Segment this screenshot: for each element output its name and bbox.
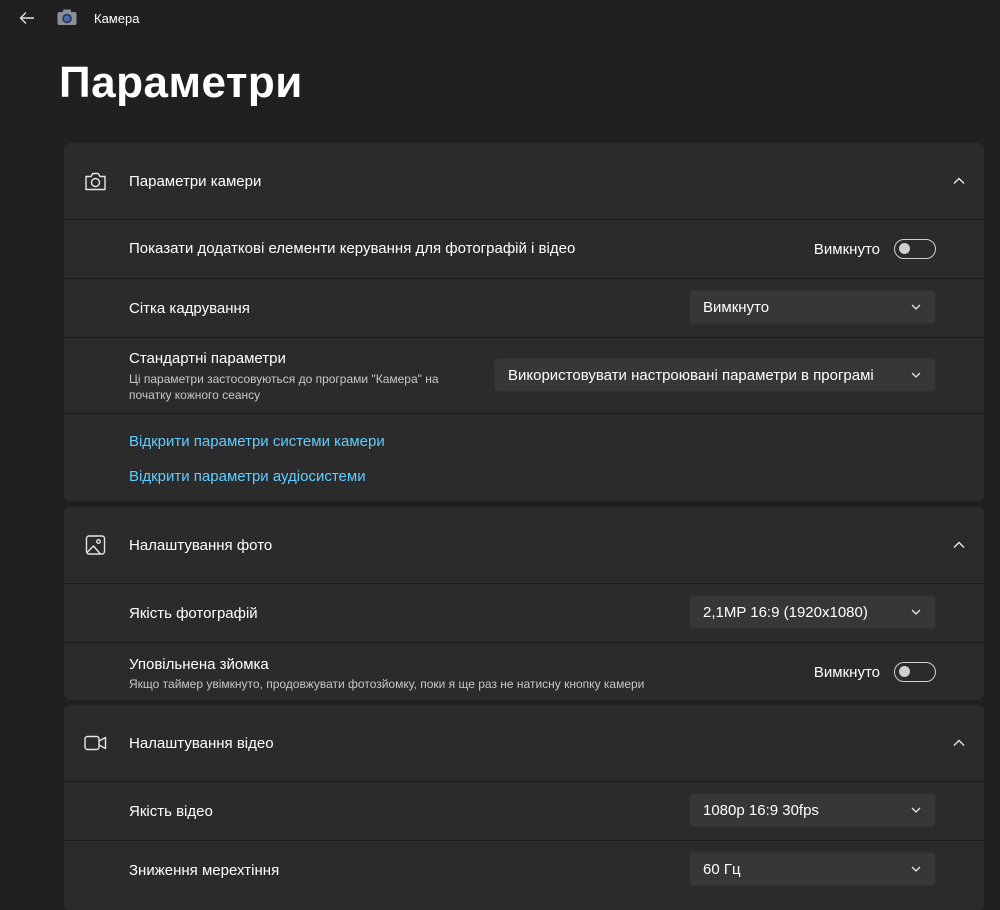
photo-settings-section: Налаштування фото Якість фотографій 2,1M… <box>64 507 984 700</box>
advanced-controls-toggle-group: Вимкнуто <box>814 239 936 259</box>
photo-quality-label: Якість фотографій <box>129 605 258 622</box>
links-row: Відкрити параметри системи камери Відкри… <box>64 414 984 501</box>
video-settings-title: Налаштування відео <box>129 735 274 752</box>
default-settings-description: Ці параметри застосовуються до програми … <box>129 372 439 402</box>
chevron-down-icon <box>911 807 921 813</box>
app-title: Камера <box>94 11 140 26</box>
flicker-reduction-row: Зниження мерехтіння 60 Гц <box>64 841 984 899</box>
chevron-down-icon <box>911 609 921 615</box>
default-settings-label: Стандартні параметри <box>129 350 286 367</box>
back-button[interactable] <box>14 6 40 30</box>
framing-grid-value: Вимкнуто <box>703 299 770 316</box>
toggle-knob <box>899 243 910 254</box>
video-quality-label: Якість відео <box>129 803 213 820</box>
advanced-controls-state: Вимкнуто <box>813 240 880 258</box>
time-lapse-toggle-group: Вимкнуто <box>814 662 936 682</box>
photo-quality-row: Якість фотографій 2,1MP 16:9 (1920x1080) <box>64 584 984 643</box>
photo-quality-dropdown[interactable]: 2,1MP 16:9 (1920x1080) <box>689 595 936 629</box>
toggle-knob <box>899 666 910 677</box>
photo-settings-header[interactable]: Налаштування фото <box>64 507 984 584</box>
time-lapse-label: Уповільнена зйомка <box>129 656 269 673</box>
framing-grid-dropdown[interactable]: Вимкнуто <box>689 290 936 324</box>
chevron-down-icon <box>911 866 921 872</box>
camera-settings-title: Параметри камери <box>129 173 262 190</box>
chevron-up-icon[interactable] <box>952 736 966 750</box>
photo-settings-title: Налаштування фото <box>129 537 273 554</box>
video-quality-row: Якість відео 1080p 16:9 30fps <box>64 782 984 841</box>
camera-app-icon <box>57 9 77 25</box>
page-title: Параметри <box>59 58 303 107</box>
chevron-up-icon[interactable] <box>952 174 966 188</box>
framing-grid-row: Сітка кадрування Вимкнуто <box>64 279 984 338</box>
time-lapse-row: Уповільнена зйомка Якщо таймер увімкнуто… <box>64 643 984 700</box>
time-lapse-toggle[interactable] <box>894 662 936 682</box>
image-icon <box>85 535 106 555</box>
default-settings-value: Використовувати настроювані параметри в … <box>508 367 874 384</box>
camera-settings-header[interactable]: Параметри камери <box>64 143 984 220</box>
chevron-down-icon <box>911 304 921 310</box>
advanced-controls-label: Показати додаткові елементи керування дл… <box>129 240 576 257</box>
camera-system-settings-link[interactable]: Відкрити параметри системи камери <box>129 433 385 450</box>
camera-icon <box>85 172 106 191</box>
video-icon <box>84 735 107 751</box>
photo-quality-value: 2,1MP 16:9 (1920x1080) <box>703 604 868 621</box>
video-quality-value: 1080p 16:9 30fps <box>703 802 819 819</box>
framing-grid-label: Сітка кадрування <box>129 300 250 317</box>
default-settings-row: Стандартні параметри Ці параметри застос… <box>64 338 984 414</box>
chevron-up-icon[interactable] <box>952 538 966 552</box>
title-bar: Камера <box>0 0 1000 36</box>
arrow-left-icon <box>19 12 34 24</box>
video-settings-header[interactable]: Налаштування відео <box>64 705 984 782</box>
time-lapse-state: Вимкнуто <box>813 663 880 681</box>
camera-settings-section: Параметри камери Показати додаткові елем… <box>64 143 984 501</box>
chevron-down-icon <box>911 372 921 378</box>
flicker-reduction-value: 60 Гц <box>703 861 741 878</box>
flicker-reduction-dropdown[interactable]: 60 Гц <box>689 852 936 886</box>
audio-system-settings-link[interactable]: Відкрити параметри аудіосистеми <box>129 468 366 485</box>
flicker-reduction-label: Зниження мерехтіння <box>129 862 280 879</box>
video-quality-dropdown[interactable]: 1080p 16:9 30fps <box>689 793 936 827</box>
advanced-controls-toggle[interactable] <box>894 239 936 259</box>
time-lapse-description: Якщо таймер увімкнуто, продовжувати фото… <box>129 677 645 691</box>
default-settings-dropdown[interactable]: Використовувати настроювані параметри в … <box>494 358 936 392</box>
video-settings-section: Налаштування відео Якість відео 1080p 16… <box>64 705 984 910</box>
advanced-controls-row: Показати додаткові елементи керування дл… <box>64 220 984 279</box>
